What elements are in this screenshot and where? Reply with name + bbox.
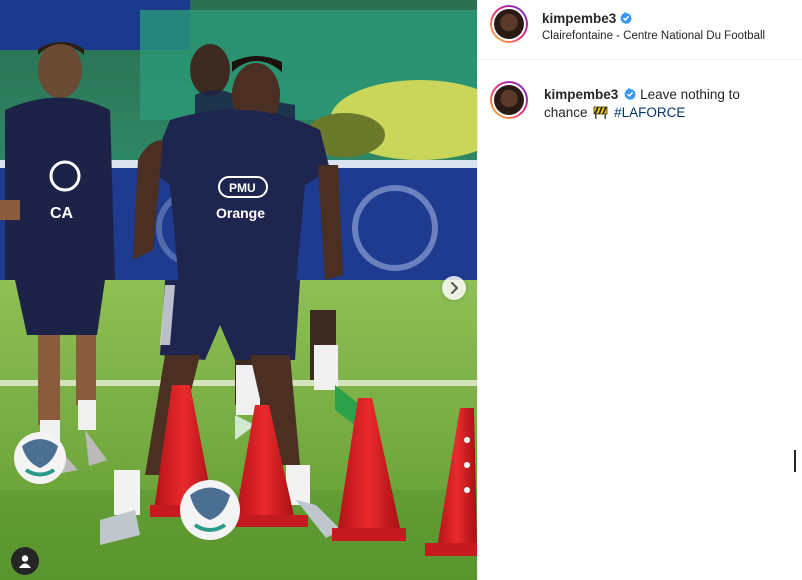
construction-sign-icon [593,106,608,119]
verified-badge-icon [624,88,637,100]
training-photo-scene: CA PMU Orange [0,0,477,580]
caption-username[interactable]: kimpembe3 [544,87,618,102]
svg-text:CA: CA [50,205,74,222]
caption-author-avatar[interactable] [490,81,528,119]
carousel-next-button[interactable] [442,276,466,300]
svg-text:PMU: PMU [229,181,256,195]
avatar-image [494,9,524,39]
avatar-image [494,85,524,115]
author-username[interactable]: kimpembe3 [542,11,616,26]
scrollbar-marker[interactable] [794,450,796,472]
author-name-line: kimpembe3 [542,10,633,28]
hashtag-link[interactable]: #LAFORCE [614,105,685,120]
post-location[interactable]: Clairefontaine - Centre National Du Foot… [542,30,765,42]
post-photo[interactable]: CA PMU Orange [0,0,477,580]
tagged-users-button[interactable] [11,547,39,575]
author-avatar[interactable] [490,5,528,43]
caption-text-block: kimpembe3 Leave nothing to chance #LAFOR… [544,86,774,122]
svg-text:Orange: Orange [216,205,265,221]
chevron-right-icon [451,282,458,294]
pane-divider [477,0,478,580]
user-tag-icon [19,555,31,568]
verified-badge-icon [620,12,633,24]
post-header: kimpembe3 Clairefontaine - Centre Nation… [478,0,802,60]
